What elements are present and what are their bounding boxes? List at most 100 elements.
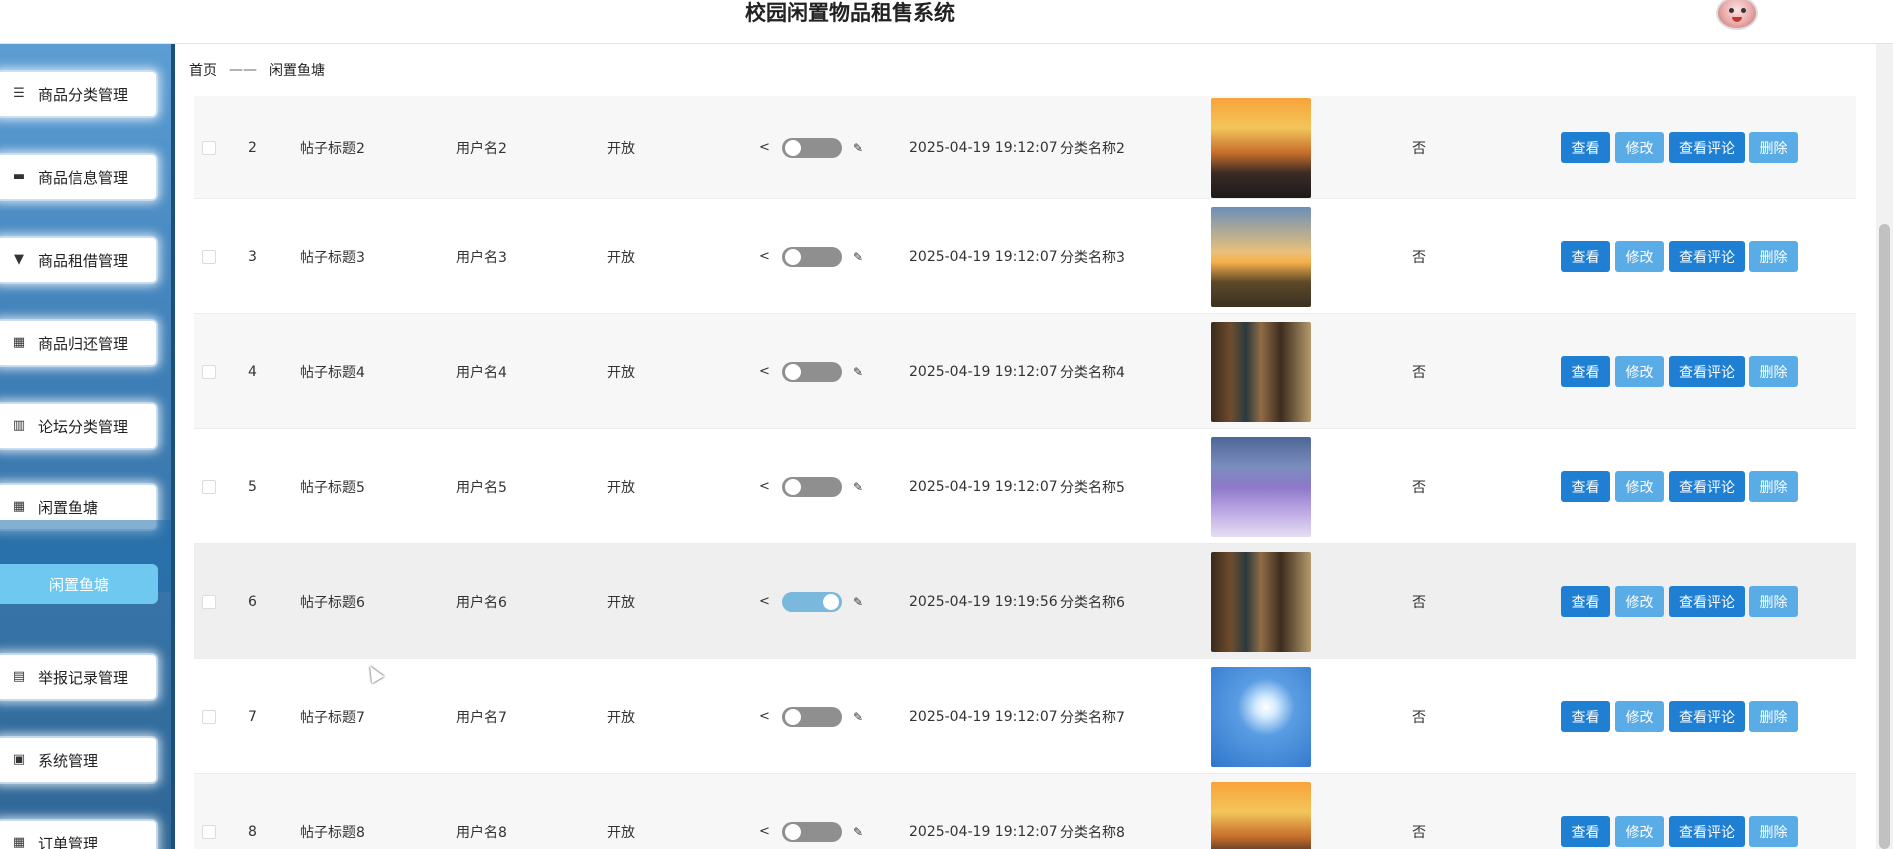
post-title: 帖子标题7 <box>300 709 365 726</box>
view-button[interactable]: 查看 <box>1561 586 1610 617</box>
sidebar-item-label: 商品信息管理 <box>38 168 129 187</box>
status-toggle[interactable] <box>782 246 842 267</box>
edit-button[interactable]: 修改 <box>1615 471 1664 502</box>
category-name: 分类名称4 <box>1060 364 1125 381</box>
delete-button[interactable]: 删除 <box>1749 241 1798 272</box>
flag-value: 否 <box>1412 140 1426 157</box>
edit-button[interactable]: 修改 <box>1615 586 1664 617</box>
sidebar-item[interactable]: ▦ 商品归还管理 <box>0 321 156 365</box>
breadcrumb-home[interactable]: 首页 <box>189 60 217 80</box>
table-row: 4 帖子标题4 用户名4 开放 < ✎ 2025-04-19 19:12:07 分类名称4 否 查… <box>194 314 1856 429</box>
breadcrumb-separator: —— <box>229 62 257 78</box>
delete-button[interactable]: 删除 <box>1749 356 1798 387</box>
list-icon: ☰ <box>13 86 25 101</box>
edit-pencil-icon[interactable]: ✎ <box>853 251 865 263</box>
delete-button[interactable]: 删除 <box>1749 132 1798 163</box>
row-checkbox[interactable] <box>202 249 216 264</box>
post-image[interactable] <box>1211 551 1311 652</box>
comments-button[interactable]: 查看评论 <box>1669 586 1745 617</box>
avatar[interactable] <box>1716 0 1758 30</box>
view-button[interactable]: 查看 <box>1561 241 1610 272</box>
category-name: 分类名称7 <box>1060 709 1125 726</box>
edit-pencil-icon[interactable]: ✎ <box>853 366 865 378</box>
sidebar-item[interactable]: ▬ 商品信息管理 <box>0 155 156 199</box>
row-checkbox[interactable] <box>202 824 216 839</box>
row-checkbox[interactable] <box>202 709 216 724</box>
row-checkbox[interactable] <box>202 594 216 609</box>
flag-value: 否 <box>1412 479 1426 496</box>
comments-button[interactable]: 查看评论 <box>1669 816 1745 847</box>
edit-button[interactable]: 修改 <box>1615 701 1664 732</box>
sidebar-item[interactable]: ▤ 举报记录管理 <box>0 655 156 699</box>
sidebar-item-label: 闲置鱼塘 <box>38 498 99 517</box>
status-text: 开放 <box>607 249 635 266</box>
comments-button[interactable]: 查看评论 <box>1669 132 1745 163</box>
row-checkbox[interactable] <box>202 479 216 494</box>
pin-icon: ▼ <box>14 252 24 267</box>
share-icon[interactable]: < <box>759 141 771 154</box>
timestamp: 2025-04-19 19:12:07 <box>909 478 1058 495</box>
post-image[interactable] <box>1211 436 1311 537</box>
comments-button[interactable]: 查看评论 <box>1669 701 1745 732</box>
category-name: 分类名称6 <box>1060 594 1125 611</box>
sidebar-item-label: 商品租借管理 <box>38 251 129 270</box>
edit-pencil-icon[interactable]: ✎ <box>853 596 865 608</box>
share-icon[interactable]: < <box>759 250 771 263</box>
comments-button[interactable]: 查看评论 <box>1669 356 1745 387</box>
scrollbar-thumb[interactable] <box>1879 224 1890 849</box>
row-checkbox[interactable] <box>202 364 216 379</box>
data-table: 2 帖子标题2 用户名2 开放 < ✎ 2025-04-19 19:12:07 分类名称2 否查… <box>194 96 1856 849</box>
status-toggle[interactable] <box>782 137 842 158</box>
edit-button[interactable]: 修改 <box>1615 241 1664 272</box>
sidebar: ☰ 商品分类管理 ▬ 商品信息管理 ▼ 商品租借管理 ▦ 商品归还管理 ▥ 论坛分类管理 ▦ 闲置鱼塘… <box>0 44 175 849</box>
status-toggle[interactable] <box>782 706 842 727</box>
sidebar-item[interactable]: ▣ 系统管理 <box>0 738 156 782</box>
post-image[interactable] <box>1211 97 1311 198</box>
share-icon[interactable]: < <box>759 825 771 838</box>
post-title: 帖子标题5 <box>300 479 365 496</box>
sidebar-subitem-active[interactable]: 闲置鱼塘 <box>0 564 158 604</box>
page-scrollbar[interactable] <box>1876 44 1893 849</box>
username: 用户名4 <box>456 364 507 381</box>
edit-pencil-icon[interactable]: ✎ <box>853 142 865 154</box>
view-button[interactable]: 查看 <box>1561 132 1610 163</box>
comments-button[interactable]: 查看评论 <box>1669 471 1745 502</box>
share-icon[interactable]: < <box>759 595 771 608</box>
comments-button[interactable]: 查看评论 <box>1669 241 1745 272</box>
top-header: 校园闲置物品租售系统 <box>0 0 1893 44</box>
post-image[interactable] <box>1211 781 1311 849</box>
sidebar-item[interactable]: ▥ 论坛分类管理 <box>0 404 156 448</box>
sidebar-item-label: 举报记录管理 <box>38 668 129 687</box>
edit-button[interactable]: 修改 <box>1615 816 1664 847</box>
delete-button[interactable]: 删除 <box>1749 471 1798 502</box>
edit-button[interactable]: 修改 <box>1615 132 1664 163</box>
edit-button[interactable]: 修改 <box>1615 356 1664 387</box>
edit-pencil-icon[interactable]: ✎ <box>853 826 865 838</box>
view-button[interactable]: 查看 <box>1561 356 1610 387</box>
share-icon[interactable]: < <box>759 480 771 493</box>
post-image[interactable] <box>1211 206 1311 307</box>
delete-button[interactable]: 删除 <box>1749 816 1798 847</box>
edit-pencil-icon[interactable]: ✎ <box>853 481 865 493</box>
post-title: 帖子标题6 <box>300 594 365 611</box>
view-button[interactable]: 查看 <box>1561 816 1610 847</box>
category-name: 分类名称2 <box>1060 140 1125 157</box>
share-icon[interactable]: < <box>759 710 771 723</box>
status-toggle[interactable] <box>782 821 842 842</box>
row-checkbox[interactable] <box>202 140 216 155</box>
view-button[interactable]: 查看 <box>1561 701 1610 732</box>
share-icon[interactable]: < <box>759 365 771 378</box>
status-toggle[interactable] <box>782 476 842 497</box>
view-button[interactable]: 查看 <box>1561 471 1610 502</box>
delete-button[interactable]: 删除 <box>1749 586 1798 617</box>
delete-button[interactable]: 删除 <box>1749 701 1798 732</box>
sidebar-item[interactable]: ▼ 商品租借管理 <box>0 238 156 282</box>
sidebar-item[interactable]: ▦ 订单管理 <box>0 821 156 849</box>
status-toggle[interactable] <box>782 591 842 612</box>
edit-pencil-icon[interactable]: ✎ <box>853 711 865 723</box>
post-image[interactable] <box>1211 321 1311 422</box>
post-image[interactable] <box>1211 666 1311 767</box>
sidebar-item[interactable]: ☰ 商品分类管理 <box>0 72 156 116</box>
status-toggle[interactable] <box>782 361 842 382</box>
post-title: 帖子标题3 <box>300 249 365 266</box>
